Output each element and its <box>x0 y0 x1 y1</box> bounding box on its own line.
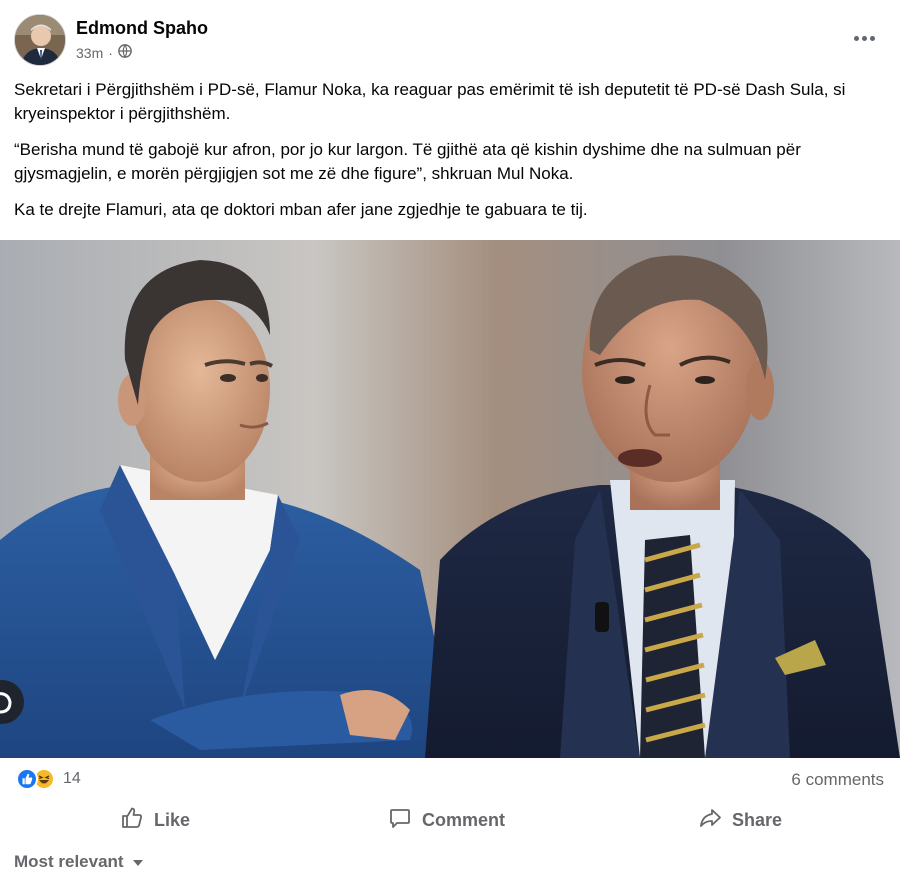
reaction-count: 14 <box>63 770 81 787</box>
author-avatar[interactable] <box>14 14 66 66</box>
post-time[interactable]: 33m <box>76 45 103 61</box>
post-body: Sekretari i Përgjithshëm i PD-së, Flamur… <box>14 78 884 234</box>
meta-separator: · <box>108 44 113 61</box>
thumbs-up-icon <box>120 806 144 835</box>
globe-icon <box>118 44 132 61</box>
caret-down-icon <box>132 852 144 872</box>
sort-label: Most relevant <box>14 852 124 871</box>
post-stats: 14 6 comments <box>0 762 900 798</box>
share-arrow-icon <box>698 806 722 835</box>
more-options-icon[interactable] <box>850 28 878 48</box>
reactions-summary[interactable]: 14 <box>16 768 81 790</box>
post-actions: Like Comment Share <box>0 800 900 840</box>
share-button[interactable]: Share <box>698 804 782 836</box>
post-paragraph: Ka te drejte Flamuri, ata qe doktori mba… <box>14 200 588 219</box>
post-photo[interactable] <box>0 240 900 758</box>
like-reaction-icon <box>16 768 38 790</box>
post-paragraph: Sekretari i Përgjithshëm i PD-së, Flamur… <box>14 80 846 123</box>
like-label: Like <box>154 809 191 830</box>
comments-count[interactable]: 6 comments <box>791 770 884 790</box>
comment-label: Comment <box>422 809 506 830</box>
post-paragraph: “Berisha mund të gabojë kur afron, por j… <box>14 140 801 183</box>
like-button[interactable]: Like <box>120 804 190 836</box>
comments-sort-dropdown[interactable]: Most relevant <box>14 852 144 872</box>
post-meta: 33m · <box>76 44 132 61</box>
share-label: Share <box>732 809 783 830</box>
author-name[interactable]: Edmond Spaho <box>76 18 208 39</box>
comment-button[interactable]: Comment <box>388 804 505 836</box>
comment-bubble-icon <box>388 806 412 835</box>
post-header: Edmond Spaho 33m · <box>0 0 900 72</box>
